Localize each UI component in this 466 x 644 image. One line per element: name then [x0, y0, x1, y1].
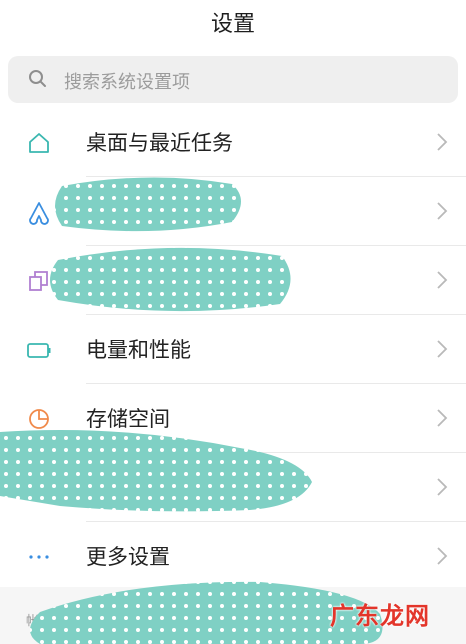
redaction-overlay: [0, 177, 383, 644]
redaction-scribble: [0, 430, 312, 512]
watermark: 广东龙网: [330, 602, 430, 630]
redaction-scribble: [50, 247, 291, 312]
redaction-scribble: [55, 177, 241, 232]
